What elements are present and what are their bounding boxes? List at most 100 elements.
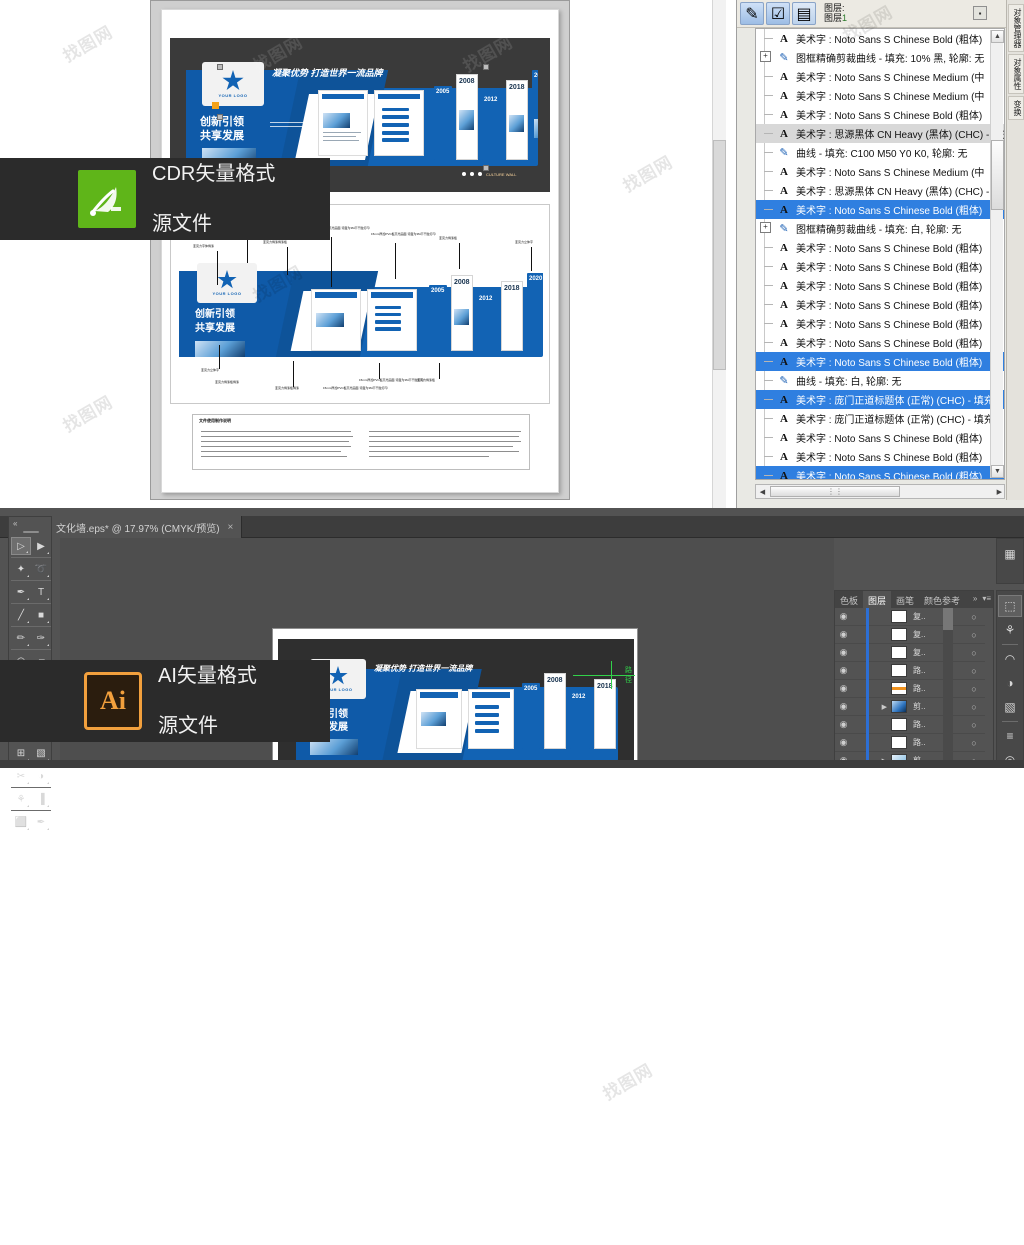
eye-visibility-icon[interactable]: ◉	[835, 701, 852, 712]
tool-panel-grip-icon[interactable]: «	[13, 519, 17, 528]
target-circle-icon[interactable]: ○	[963, 702, 985, 712]
expand-toggle-icon[interactable]: +	[760, 51, 771, 62]
object-manager-row[interactable]: A 美术字 : Noto Sans S Chinese Medium (中	[756, 162, 1004, 181]
object-manager-row[interactable]: A 美术字 : Noto Sans S Chinese Bold (粗体)	[756, 314, 1004, 333]
docker-tab-object-manager[interactable]: 对象管理器	[1008, 4, 1024, 52]
object-manager-list[interactable]: A 美术字 : Noto Sans S Chinese Bold (粗体) + ✎ 图框…	[755, 28, 1005, 480]
layer-row[interactable]: ◉ 路.. ○	[835, 661, 985, 680]
pen-tool[interactable]: ✒	[11, 583, 31, 601]
panel-menu-icon[interactable]: ▾≡	[982, 594, 991, 603]
artboard-tool[interactable]: ⬜	[11, 813, 31, 831]
object-manager-row[interactable]: A 美术字 : 思源黑体 CN Heavy (黑体) (CHC) -	[756, 181, 1004, 200]
eye-visibility-icon[interactable]: ◉	[835, 737, 852, 748]
object-manager-row[interactable]: + ✎ 图框精确剪裁曲线 - 填充: 10% 黑, 轮廓: 无	[756, 48, 1004, 67]
object-manager-row[interactable]: A 美术字 : Noto Sans S Chinese Bold (粗体)	[756, 105, 1004, 124]
coreldraw-vertical-scrollbar[interactable]	[712, 0, 726, 508]
target-circle-icon[interactable]: ○	[963, 630, 985, 640]
selection-handle-tl[interactable]	[217, 64, 223, 70]
blend-tool[interactable]: ◑	[31, 767, 51, 785]
hscroll-left-arrow[interactable]: ◀	[756, 488, 769, 496]
docker-tab-transform[interactable]: 变换	[1008, 96, 1024, 120]
eye-visibility-icon[interactable]: ◉	[835, 683, 852, 694]
selection-handle-tm[interactable]	[483, 64, 489, 70]
tab-color-guide[interactable]: 颜色参考	[919, 591, 965, 608]
target-circle-icon[interactable]: ○	[963, 648, 985, 658]
symbols-rail-icon[interactable]: ◠	[998, 648, 1022, 670]
target-circle-icon[interactable]: ○	[963, 612, 985, 622]
object-manager-row[interactable]: A 美术字 : Noto Sans S Chinese Bold (粗体)	[756, 295, 1004, 314]
slice-tool[interactable]: ✒	[31, 813, 51, 831]
direct-selection-tool[interactable]: ▶	[31, 537, 51, 555]
object-manager-row[interactable]: A 美术字 : Noto Sans S Chinese Bold (粗体)	[756, 447, 1004, 466]
object-manager-row[interactable]: A 美术字 : Noto Sans S Chinese Bold (粗体)	[756, 238, 1004, 257]
scroll-down-arrow[interactable]: ▼	[991, 465, 1004, 478]
rectangle-tool[interactable]: ■	[31, 606, 51, 624]
close-icon[interactable]: ×	[228, 522, 234, 533]
gradient-rail-icon[interactable]: ▧	[998, 696, 1022, 718]
scroll-up-arrow[interactable]: ▲	[991, 30, 1004, 43]
object-manager-minimize-button[interactable]: ▪	[973, 6, 987, 20]
layer-row[interactable]: ◉ 路.. ○	[835, 715, 985, 734]
brushes-rail-icon[interactable]: ⚘	[998, 619, 1022, 641]
object-manager-row[interactable]: A 美术字 : Noto Sans S Chinese Bold (粗体)	[756, 257, 1004, 276]
layer-row[interactable]: ◉ 复.. ○	[835, 643, 985, 662]
object-manager-row[interactable]: A 美术字 : Noto Sans S Chinese Medium (中	[756, 86, 1004, 105]
layers-rows[interactable]: ◉ 复.. ○ ◉ 复.. ○ ◉ 复.. ○ ◉ 路.. ○ ◉ 路.. ○ ◉ ▶ 剪.. ○ ◉ 路.. ○ ◉ 路..…	[835, 608, 985, 765]
eyedropper-tool[interactable]: ✂	[11, 767, 31, 785]
layer-row[interactable]: ◉ 复.. ○	[835, 625, 985, 644]
paintbrush-tool[interactable]: ✏	[11, 629, 31, 647]
object-manager-row[interactable]: ✎ 曲线 - 填充: C100 M50 Y0 K0, 轮廓: 无	[756, 143, 1004, 162]
target-circle-icon[interactable]: ○	[963, 720, 985, 730]
eye-visibility-icon[interactable]: ◉	[835, 611, 852, 622]
object-manager-row[interactable]: A 美术字 : Noto Sans S Chinese Bold (粗体)	[756, 200, 1004, 219]
object-manager-row[interactable]: A 美术字 : 庞门正道标题体 (正常) (CHC) - 填充	[756, 390, 1004, 409]
object-manager-vertical-scrollbar[interactable]: ▲ ▼	[990, 30, 1004, 478]
object-manager-row[interactable]: A 美术字 : 庞门正道标题体 (正常) (CHC) - 填充	[756, 409, 1004, 428]
collapse-panel-icon[interactable]: »	[973, 594, 977, 603]
object-manager-row[interactable]: A 美术字 : Noto Sans S Chinese Bold (粗体)	[756, 428, 1004, 447]
eye-visibility-icon[interactable]: ◉	[835, 647, 852, 658]
object-manager-scroll-thumb[interactable]	[991, 140, 1004, 210]
line-segment-tool[interactable]: ╱	[11, 606, 31, 624]
object-manager-row[interactable]: A 美术字 : Noto Sans S Chinese Medium (中	[756, 67, 1004, 86]
object-manager-row[interactable]: A 美术字 : Noto Sans S Chinese Bold (粗体)	[756, 466, 1004, 479]
selection-handle-bm[interactable]	[483, 165, 489, 171]
type-tool[interactable]: T	[31, 583, 51, 601]
magic-wand-tool[interactable]: ✦	[11, 560, 31, 578]
color-rail-icon[interactable]: ◑	[998, 672, 1022, 694]
target-circle-icon[interactable]: ○	[963, 666, 985, 676]
hscroll-right-arrow[interactable]: ▶	[997, 488, 1002, 496]
layers-rail-icon[interactable]: ⬚	[998, 595, 1022, 617]
eye-visibility-icon[interactable]: ◉	[835, 719, 852, 730]
column-graph-tool[interactable]: ▐	[31, 790, 51, 808]
layer-row[interactable]: ◉ 路.. ○	[835, 733, 985, 752]
docker-tab-object-properties[interactable]: 对象属性	[1008, 54, 1024, 94]
expand-toggle-icon[interactable]: ▶	[869, 703, 887, 711]
align-rail-icon[interactable]: ≡	[998, 725, 1022, 747]
pencil-tool[interactable]: ✑	[31, 629, 51, 647]
eye-visibility-icon[interactable]: ◉	[835, 665, 852, 676]
object-manager-row[interactable]: A 美术字 : Noto Sans S Chinese Bold (粗体)	[756, 276, 1004, 295]
coreldraw-vertical-scroll-thumb[interactable]	[713, 140, 726, 370]
layers-panel-scroll-thumb[interactable]	[943, 608, 953, 630]
illustrator-document-tab[interactable]: 文化墙.eps* @ 17.97% (CMYK/预览) ×	[48, 516, 243, 538]
show-object-properties-icon[interactable]: ✎	[740, 2, 764, 25]
expand-toggle-icon[interactable]: +	[760, 222, 771, 233]
object-manager-row[interactable]: A 美术字 : Noto Sans S Chinese Bold (粗体)	[756, 333, 1004, 352]
target-circle-icon[interactable]: ○	[963, 684, 985, 694]
layer-row[interactable]: ◉ 路.. ○	[835, 679, 985, 698]
selection-tool[interactable]: ▷	[11, 537, 31, 555]
object-manager-row[interactable]: A 美术字 : Noto Sans S Chinese Bold (粗体)	[756, 352, 1004, 371]
swatches-rail-icon[interactable]: ▦	[998, 543, 1022, 565]
symbol-sprayer-tool[interactable]: ⚘	[11, 790, 31, 808]
object-manager-row[interactable]: + ✎ 图框精确剪裁曲线 - 填充: 白, 轮廓: 无	[756, 219, 1004, 238]
target-circle-icon[interactable]: ○	[963, 738, 985, 748]
layer-row[interactable]: ◉ 复.. ○	[835, 608, 985, 626]
lasso-tool[interactable]: ➰	[31, 560, 51, 578]
layer-row[interactable]: ◉ ▶ 剪.. ○	[835, 697, 985, 716]
tab-brushes[interactable]: 画笔	[891, 591, 919, 608]
layer-manager-view-icon[interactable]: ▤	[792, 2, 816, 25]
tool-panel-handle[interactable]	[23, 531, 39, 533]
object-manager-row[interactable]: A 美术字 : Noto Sans S Chinese Bold (粗体)	[756, 29, 1004, 48]
layers-panel-scrollbar[interactable]	[943, 608, 953, 765]
